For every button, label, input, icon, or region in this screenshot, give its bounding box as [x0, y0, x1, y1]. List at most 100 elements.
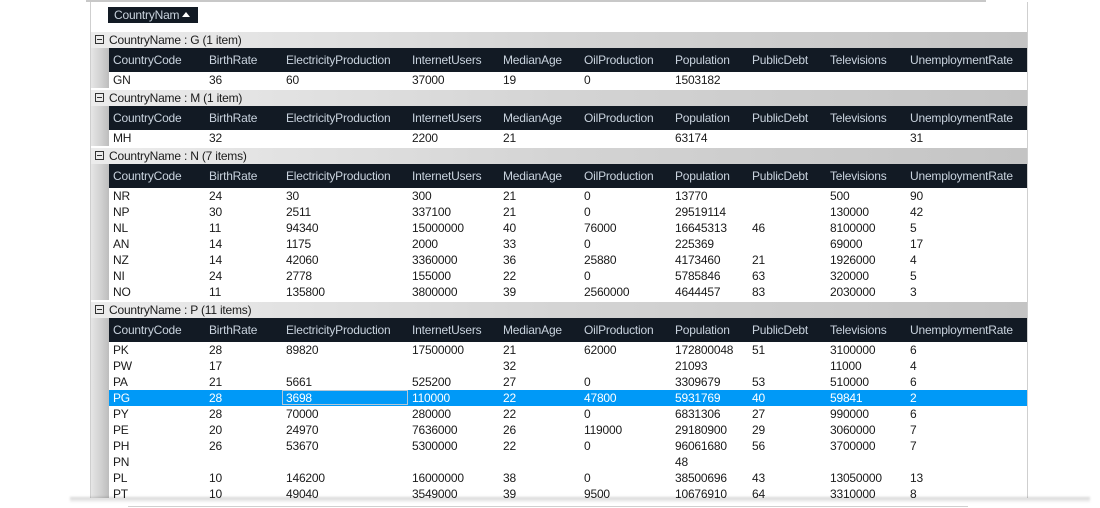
column-header-medianage[interactable]: MedianAge — [503, 106, 562, 130]
group-header[interactable]: CountryName : N (7 items) — [91, 148, 1027, 164]
cell-televisions[interactable]: 320000 — [830, 268, 869, 284]
collapse-group-icon[interactable] — [95, 305, 104, 314]
cell-electricityproduction[interactable]: 70000 — [286, 406, 319, 422]
cell-medianage[interactable]: 38 — [503, 470, 516, 486]
column-header-televisions[interactable]: Televisions — [830, 48, 887, 72]
cell-publicdebt[interactable]: 27 — [752, 406, 765, 422]
cell-medianage[interactable]: 27 — [503, 374, 516, 390]
column-header-publicdebt[interactable]: PublicDebt — [752, 48, 808, 72]
cell-medianage[interactable]: 33 — [503, 236, 516, 252]
table-row[interactable]: MH 32 2200 21 63174 31 — [109, 130, 1027, 146]
column-header-electricityproduction[interactable]: ElectricityProduction — [286, 318, 391, 342]
cell-population[interactable]: 29519114 — [675, 204, 726, 220]
cell-internetusers[interactable]: 2200 — [412, 130, 438, 146]
cell-internetusers[interactable]: 37000 — [412, 72, 445, 88]
cell-population[interactable]: 1503182 — [675, 72, 721, 88]
cell-televisions[interactable]: 3100000 — [830, 342, 876, 358]
cell-televisions[interactable]: 69000 — [830, 236, 863, 252]
cell-birthrate[interactable]: 26 — [209, 438, 222, 454]
cell-birthrate[interactable]: 14 — [209, 236, 222, 252]
cell-internetusers[interactable]: 16000000 — [412, 470, 464, 486]
cell-internetusers[interactable]: 337100 — [412, 204, 451, 220]
cell-televisions[interactable]: 13050000 — [830, 470, 882, 486]
cell-unemploymentrate[interactable]: 7 — [910, 422, 917, 438]
cell-publicdebt[interactable]: 53 — [752, 374, 765, 390]
cell-medianage[interactable]: 22 — [503, 268, 516, 284]
cell-electricityproduction[interactable]: 5661 — [286, 374, 312, 390]
cell-televisions[interactable]: 11000 — [830, 358, 862, 374]
cell-countrycode[interactable]: AN — [113, 236, 129, 252]
cell-population[interactable]: 4644457 — [675, 284, 721, 300]
cell-oilproduction[interactable]: 76000 — [584, 220, 617, 236]
table-row[interactable]: PW 17 32 21093 11000 4 — [109, 358, 1027, 374]
cell-oilproduction[interactable]: 0 — [584, 188, 591, 204]
cell-electricityproduction[interactable]: 60 — [286, 72, 299, 88]
cell-internetusers[interactable]: 15000000 — [412, 220, 464, 236]
cell-population[interactable]: 38500696 — [675, 470, 727, 486]
cell-televisions[interactable]: 59841 — [830, 390, 863, 406]
cell-countrycode[interactable]: MH — [113, 130, 131, 146]
cell-publicdebt[interactable]: 46 — [752, 220, 765, 236]
cell-medianage[interactable]: 21 — [503, 188, 516, 204]
column-header-internetusers[interactable]: InternetUsers — [412, 48, 482, 72]
cell-countrycode[interactable]: PN — [113, 454, 129, 470]
cell-internetusers[interactable]: 2000 — [412, 236, 438, 252]
column-header-electricityproduction[interactable]: ElectricityProduction — [286, 48, 391, 72]
column-header-oilproduction[interactable]: OilProduction — [584, 164, 654, 188]
column-header-publicdebt[interactable]: PublicDebt — [752, 164, 808, 188]
column-header-medianage[interactable]: MedianAge — [503, 318, 562, 342]
column-header-birthrate[interactable]: BirthRate — [209, 106, 257, 130]
cell-birthrate[interactable]: 24 — [209, 188, 222, 204]
cell-unemploymentrate[interactable]: 90 — [910, 188, 923, 204]
cell-publicdebt[interactable]: 40 — [752, 390, 765, 406]
cell-televisions[interactable]: 8100000 — [830, 220, 876, 236]
cell-unemploymentrate[interactable]: 2 — [910, 390, 917, 406]
cell-televisions[interactable]: 500 — [830, 188, 850, 204]
table-row[interactable]: GN 36 60 37000 19 0 1503182 — [109, 72, 1027, 88]
cell-publicdebt[interactable]: 51 — [752, 342, 765, 358]
cell-birthrate[interactable]: 20 — [209, 422, 222, 438]
cell-internetusers[interactable]: 3360000 — [412, 252, 458, 268]
cell-countrycode[interactable]: PY — [113, 406, 129, 422]
cell-televisions[interactable]: 510000 — [830, 374, 869, 390]
cell-electricityproduction[interactable]: 24970 — [286, 422, 319, 438]
column-header-oilproduction[interactable]: OilProduction — [584, 48, 654, 72]
table-row[interactable]: PK 28 89820 17500000 21 62000 172800048 51 31000… — [109, 342, 1027, 358]
cell-oilproduction[interactable]: 0 — [584, 72, 591, 88]
cell-medianage[interactable]: 22 — [503, 390, 516, 406]
cell-medianage[interactable]: 19 — [503, 72, 516, 88]
cell-birthrate[interactable]: 21 — [209, 374, 222, 390]
cell-medianage[interactable]: 26 — [503, 422, 516, 438]
cell-countrycode[interactable]: PK — [113, 342, 129, 358]
cell-birthrate[interactable]: 14 — [209, 252, 222, 268]
cell-medianage[interactable]: 36 — [503, 252, 516, 268]
cell-internetusers[interactable]: 525200 — [412, 374, 451, 390]
cell-population[interactable]: 172800048 — [675, 342, 733, 358]
cell-electricityproduction[interactable]: 42060 — [286, 252, 319, 268]
column-header-population[interactable]: Population — [675, 48, 730, 72]
group-header[interactable]: CountryName : M (1 item) — [91, 90, 1027, 106]
cell-unemploymentrate[interactable]: 4 — [910, 252, 917, 268]
cell-internetusers[interactable]: 17500000 — [412, 342, 464, 358]
cell-medianage[interactable]: 21 — [503, 204, 516, 220]
cell-population[interactable]: 3309679 — [675, 374, 721, 390]
column-header-unemploymentrate[interactable]: UnemploymentRate — [910, 164, 1013, 188]
cell-oilproduction[interactable]: 0 — [584, 268, 591, 284]
cell-countrycode[interactable]: NO — [113, 284, 131, 300]
column-header-countrycode[interactable]: CountryCode — [113, 106, 182, 130]
cell-medianage[interactable]: 39 — [503, 284, 516, 300]
cell-internetusers[interactable]: 300 — [412, 188, 432, 204]
cell-birthrate[interactable]: 10 — [209, 470, 222, 486]
cell-unemploymentrate[interactable]: 6 — [910, 374, 917, 390]
group-header[interactable]: CountryName : G (1 item) — [91, 32, 1027, 48]
table-row[interactable]: NP 30 2511 337100 21 0 29519114 130000 42 — [109, 204, 1027, 220]
table-row[interactable]: PY 28 70000 280000 22 0 6831306 27 990000 6 — [109, 406, 1027, 422]
cell-unemploymentrate[interactable]: 3 — [910, 284, 917, 300]
collapse-group-icon[interactable] — [95, 93, 104, 102]
cell-internetusers[interactable]: 5300000 — [412, 438, 458, 454]
cell-unemploymentrate[interactable]: 17 — [910, 236, 923, 252]
cell-birthrate[interactable]: 36 — [209, 72, 222, 88]
cell-countrycode[interactable]: GN — [113, 72, 131, 88]
cell-oilproduction[interactable]: 47800 — [584, 390, 617, 406]
cell-birthrate[interactable]: 28 — [209, 406, 222, 422]
